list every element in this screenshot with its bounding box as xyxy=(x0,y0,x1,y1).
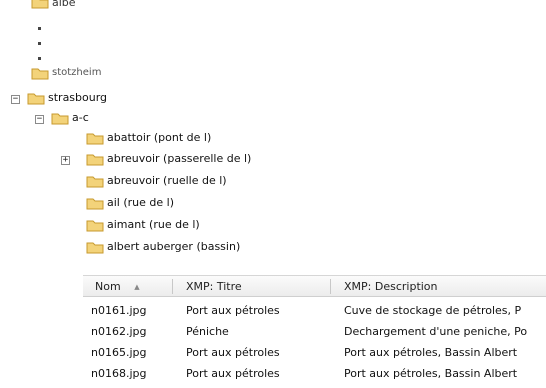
tree-item-label[interactable]: albe xyxy=(52,0,76,8)
tree-item-a-c[interactable]: a-c xyxy=(72,111,89,124)
folder-icon xyxy=(86,153,104,166)
description-cell: Port aux pétroles, Bassin Albert xyxy=(344,367,518,380)
file-name-cell: n0162.jpg xyxy=(91,325,147,338)
tree-item-label[interactable]: abreuvoir (ruelle de l) xyxy=(107,174,227,187)
description-cell: Dechargement d'une peniche, Po xyxy=(344,325,528,338)
tree-item-label[interactable]: abreuvoir (passerelle de l) xyxy=(107,152,251,165)
sort-ascending-icon: ▲ xyxy=(134,283,140,291)
title-cell: Port aux pétroles xyxy=(186,367,280,380)
column-header-nom[interactable]: Nom ▲ xyxy=(95,280,140,293)
column-header-titre[interactable]: XMP: Titre xyxy=(186,280,242,293)
title-cell: Péniche xyxy=(186,325,229,338)
tree-item-label[interactable]: abattoir (pont de l) xyxy=(107,131,211,144)
folder-icon xyxy=(31,0,49,9)
column-header-label: Nom xyxy=(95,280,121,293)
tree-ellipsis xyxy=(38,27,41,63)
folder-icon xyxy=(86,241,104,254)
column-header-description[interactable]: XMP: Description xyxy=(344,280,438,293)
folder-icon xyxy=(86,219,104,232)
file-name-cell: n0161.jpg xyxy=(91,304,147,317)
folder-open-icon xyxy=(27,92,45,105)
column-header-label: XMP: Description xyxy=(344,280,438,293)
file-list-header: Nom ▲ XMP: Titre XMP: Description xyxy=(83,275,546,297)
expand-toggle-icon[interactable]: + xyxy=(61,156,70,165)
collapse-toggle-icon[interactable]: − xyxy=(35,115,44,124)
column-divider[interactable] xyxy=(330,279,331,294)
collapse-toggle-icon[interactable]: − xyxy=(11,95,20,104)
tree-item-label[interactable]: aimant (rue de l) xyxy=(107,218,200,231)
title-cell: Port aux pétroles xyxy=(186,304,280,317)
title-cell: Port aux pétroles xyxy=(186,346,280,359)
tree-item-strasbourg[interactable]: strasbourg xyxy=(48,91,107,104)
tree-item-label[interactable]: ail (rue de l) xyxy=(107,196,174,209)
tree-item-label[interactable]: stotzheim xyxy=(52,67,101,78)
description-cell: Port aux pétroles, Bassin Albert xyxy=(344,346,518,359)
folder-icon xyxy=(86,197,104,210)
folder-open-icon xyxy=(51,112,69,125)
folder-icon xyxy=(31,67,49,80)
folder-icon xyxy=(86,175,104,188)
folder-icon xyxy=(86,132,104,145)
tree-item-label[interactable]: albert auberger (bassin) xyxy=(107,240,240,253)
description-cell: Cuve de stockage de pétroles, P xyxy=(344,304,522,317)
column-divider[interactable] xyxy=(172,279,173,294)
file-name-cell: n0168.jpg xyxy=(91,367,147,380)
file-name-cell: n0165.jpg xyxy=(91,346,147,359)
column-header-label: XMP: Titre xyxy=(186,280,242,293)
